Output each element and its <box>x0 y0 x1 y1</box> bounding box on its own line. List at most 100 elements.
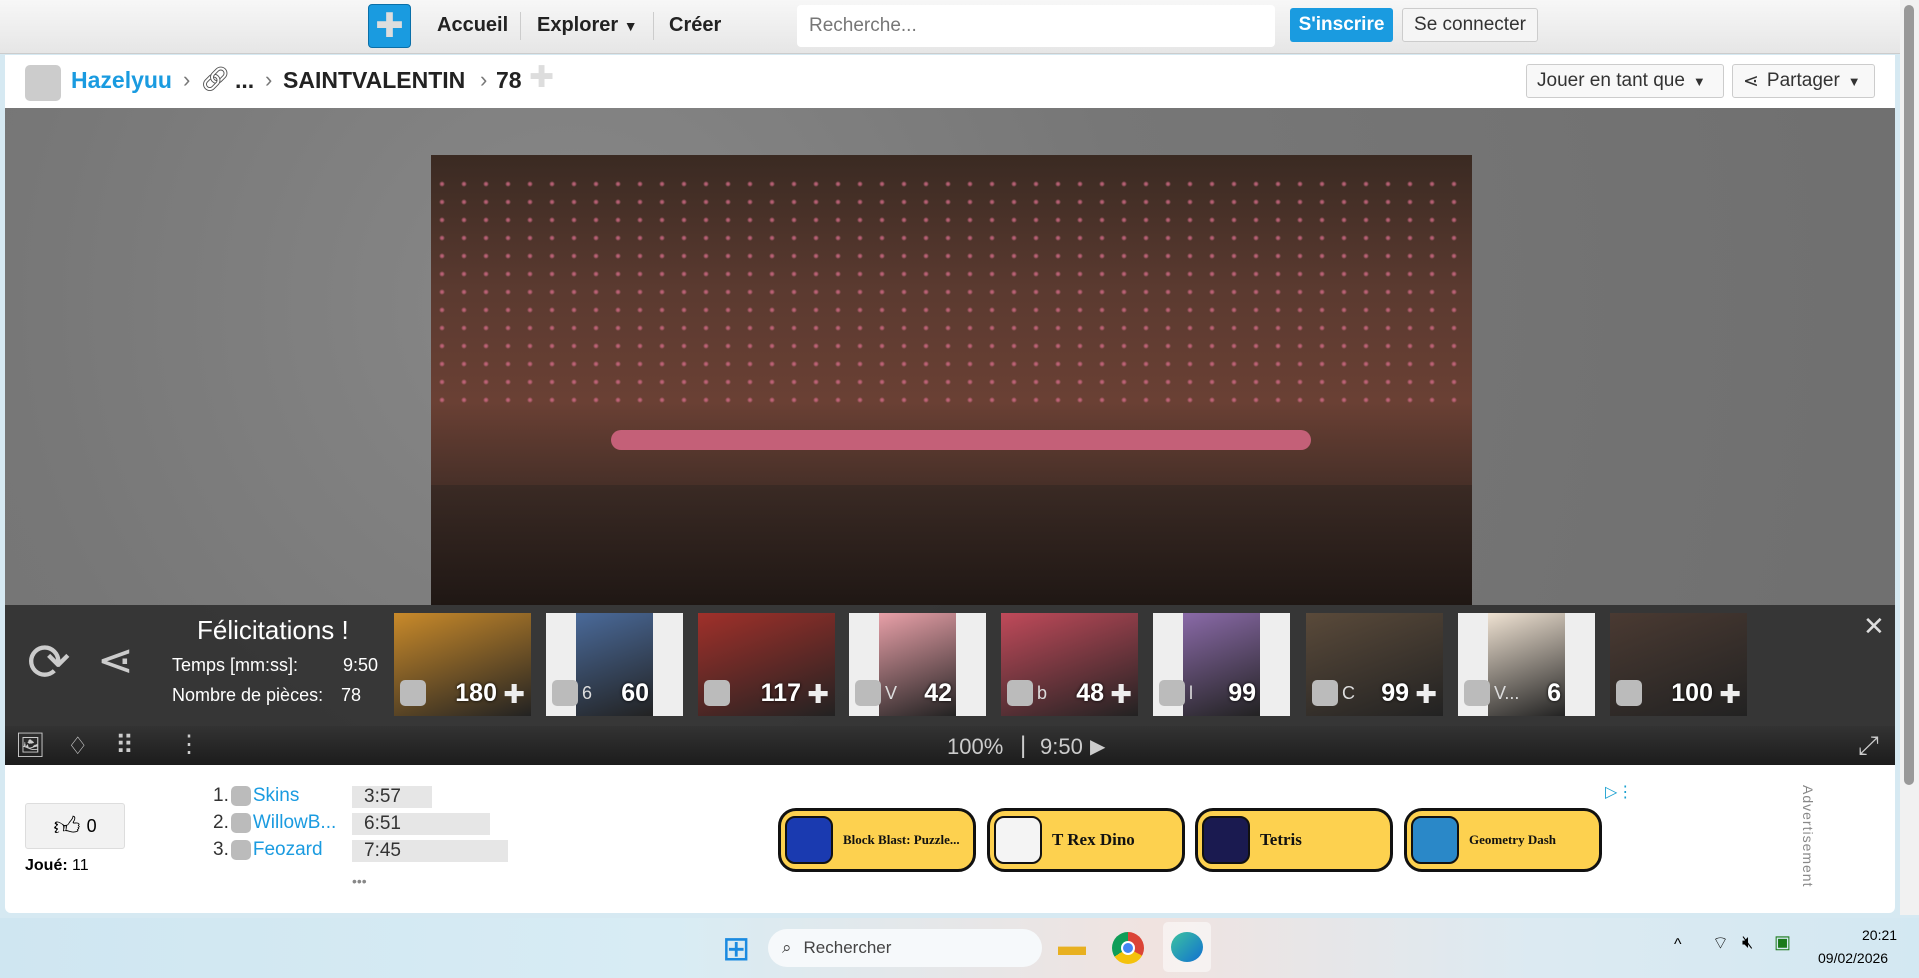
nav-home[interactable]: Accueil <box>437 14 508 37</box>
author-name: C <box>1342 683 1355 703</box>
ad-game-label: Geometry Dash <box>1469 832 1557 847</box>
ad-game-label: Block Blast: Puzzle... <box>843 832 960 847</box>
nav-create[interactable]: Créer <box>669 14 721 37</box>
edge-icon[interactable] <box>1163 922 1211 972</box>
breadcrumb-user[interactable]: Hazelyuu <box>71 67 172 94</box>
like-button[interactable]: 👍︎ 0 <box>25 803 125 849</box>
site-logo-puzzle-icon[interactable]: ✚ <box>368 4 411 48</box>
share-dropdown[interactable]: ⋖ Partager ▼ <box>1732 64 1875 98</box>
thumbs-up-icon: 👍︎ <box>53 810 81 841</box>
leaderboard-more[interactable]: ••• <box>352 873 367 889</box>
suggested-puzzle[interactable]: b 48 ✚ <box>1001 613 1138 716</box>
battery-icon[interactable]: ▣ <box>1774 932 1791 953</box>
suggested-puzzle[interactable]: l 99 ✚ <box>1153 613 1290 716</box>
completed-puzzle-image <box>431 155 1472 605</box>
suggested-puzzle[interactable]: 180 ✚ <box>394 613 531 716</box>
author-avatar <box>1464 680 1490 706</box>
user-avatar[interactable] <box>25 65 61 101</box>
author-avatar <box>400 680 426 706</box>
ad-game-label: Tetris <box>1260 830 1302 849</box>
share-icon: ⋖ <box>1743 70 1759 92</box>
taskbar-search[interactable]: ⌕ Rechercher <box>768 929 1042 967</box>
game-icon <box>1411 816 1459 864</box>
wifi-icon[interactable]: ⌔ <box>1712 932 1729 955</box>
play-icon[interactable]: ▶ <box>1090 734 1105 759</box>
suggested-puzzle[interactable]: 117 ✚ <box>698 613 835 716</box>
game-icon <box>1202 816 1250 864</box>
pieces-value: 78 <box>341 685 362 705</box>
author-avatar <box>1007 680 1033 706</box>
breadcrumb-collection[interactable]: SAINTVALENTIN <box>283 67 465 94</box>
play-as-dropdown[interactable]: Jouer en tant que ▼ <box>1526 64 1724 98</box>
breadcrumb-ellipsis[interactable]: ... <box>235 67 254 94</box>
author-name: l <box>1189 683 1193 703</box>
signup-button[interactable]: S'inscrire <box>1290 8 1393 42</box>
timer: 9:50 <box>1040 734 1083 759</box>
chrome-icon[interactable] <box>1112 932 1144 964</box>
player-avatar <box>230 786 251 806</box>
piece-count: 60 <box>621 679 649 707</box>
search-input[interactable]: Recherche... <box>797 5 1275 47</box>
adchoices-icon[interactable]: ▷⋮ <box>1605 782 1633 802</box>
ghost-icon[interactable]: ♢ <box>67 732 89 761</box>
puzzle-board[interactable]: ⟳ ⋖ Félicitations ! Temps [mm:ss]: 9:50 … <box>5 108 1895 765</box>
player-name[interactable]: WillowB... <box>253 812 336 834</box>
piece-count: 6 <box>1547 679 1561 707</box>
fullscreen-icon[interactable]: ⤢ <box>1858 730 1879 762</box>
author-avatar <box>1159 680 1185 706</box>
puzzle-piece-icon: ✚ <box>655 679 677 709</box>
taskbar-search-label: Rechercher <box>803 938 892 957</box>
windows-start-icon[interactable]: ⊞ <box>722 929 751 969</box>
clock-time[interactable]: 20:21 <box>1862 927 1897 943</box>
author-name: 6 <box>582 683 593 703</box>
caret-down-icon: ▼ <box>1847 73 1861 89</box>
clock-date[interactable]: 09/02/2026 <box>1818 950 1888 966</box>
login-button[interactable]: Se connecter <box>1402 8 1538 42</box>
suggested-puzzle[interactable]: V 42 ✚ <box>849 613 986 716</box>
chevron-right-icon: › <box>183 67 191 92</box>
scrollbar[interactable] <box>1900 0 1919 915</box>
caret-down-icon: ▼ <box>623 18 638 34</box>
player-name[interactable]: Skins <box>253 785 299 807</box>
piece-count: 99 <box>1381 679 1409 707</box>
muted-speaker-icon[interactable]: 🔇︎ <box>1742 932 1753 953</box>
suggested-puzzle[interactable]: 100 ✚ <box>1610 613 1747 716</box>
game-icon <box>785 816 833 864</box>
ad-game-button[interactable]: Block Blast: Puzzle... <box>778 808 976 872</box>
puzzle-piece-icon: ✚ <box>503 679 525 709</box>
suggested-puzzle[interactable]: V... 6 ✚ <box>1458 613 1595 716</box>
grid-icon[interactable]: ⠿ <box>115 730 134 761</box>
author-name: V <box>885 683 898 703</box>
suggested-puzzle[interactable]: C 99 ✚ <box>1306 613 1443 716</box>
author-avatar <box>1616 680 1642 706</box>
puzzle-piece-icon: ✚ <box>1719 679 1741 709</box>
played-label: Joué: <box>25 857 68 874</box>
image-icon[interactable]: 🖼︎ <box>15 731 45 760</box>
file-explorer-icon[interactable]: ▬ <box>1058 930 1086 962</box>
caret-down-icon: ▼ <box>1692 73 1706 89</box>
restart-icon[interactable]: ⟳ <box>27 633 71 693</box>
search-icon: ⌕ <box>782 938 792 957</box>
ad-game-button[interactable]: Geometry Dash <box>1404 808 1602 872</box>
top-nav: ✚ Accueil Explorer ▼ Créer Recherche... … <box>0 0 1900 54</box>
ad-label: Advertisement <box>1800 785 1816 888</box>
ad-game-button[interactable]: Tetris <box>1195 808 1393 872</box>
chevron-up-icon[interactable]: ^ <box>1674 936 1682 954</box>
leaderboard-row: 2. WillowB... <box>213 812 336 834</box>
suggested-puzzle[interactable]: 6 60 ✚ <box>546 613 683 716</box>
puzzle-piece-icon: ✚ <box>1262 679 1284 709</box>
more-vertical-icon[interactable]: ⋮ <box>177 730 201 759</box>
nav-explore[interactable]: Explorer ▼ <box>537 14 638 37</box>
link-icon: 🔗︎ <box>200 66 231 93</box>
breadcrumb: Hazelyuu › 🔗︎ ... › SAINTVALENTIN › 78 ✚… <box>5 55 1895 108</box>
divider <box>520 12 521 40</box>
author-avatar <box>1312 680 1338 706</box>
player-name[interactable]: Feozard <box>253 839 323 861</box>
leaderboard-row: 3. Feozard <box>213 839 323 861</box>
share-icon[interactable]: ⋖ <box>97 635 134 686</box>
player-time: 7:45 <box>352 840 508 862</box>
like-count: 0 <box>86 815 97 836</box>
close-icon[interactable]: ✕ <box>1863 611 1885 642</box>
divider <box>653 12 654 40</box>
ad-game-button[interactable]: T Rex Dino <box>987 808 1185 872</box>
